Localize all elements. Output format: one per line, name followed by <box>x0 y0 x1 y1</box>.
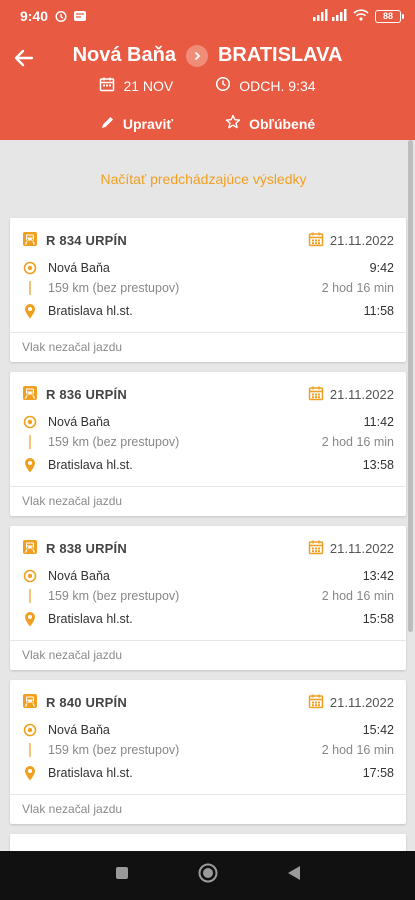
status-time: 9:40 <box>20 8 49 24</box>
destination-station: Bratislava hl.st. <box>48 458 133 472</box>
route-to: BRATISLAVA <box>217 44 343 66</box>
train-icon <box>22 693 38 712</box>
travel-date: 21.11.2022 <box>329 386 394 402</box>
departure-time: 9:42 <box>369 261 394 275</box>
favorites-label: Obľúbené <box>249 115 316 132</box>
origin-icon <box>22 568 38 584</box>
calendar-icon <box>308 539 324 558</box>
route-from: Nová Baňa <box>72 44 176 66</box>
signal-icon <box>313 8 347 24</box>
result-card[interactable]: R 838 URPÍN 21.11.2022 Nová Baňa 13:42 1… <box>10 526 406 670</box>
card-divider <box>10 640 406 641</box>
load-previous-button[interactable]: Načítať predchádzajúce výsledky <box>0 140 407 218</box>
distance: 159 km (bez prestupov) <box>48 281 180 295</box>
battery-icon: 88 <box>375 9 404 23</box>
duration: 2 hod 16 min <box>321 743 394 757</box>
chevron-right-icon <box>185 44 208 67</box>
arrival-time: 13:58 <box>362 458 394 472</box>
train-status: Vlak nezačal jazdu <box>22 648 123 662</box>
travel-date: 21.11.2022 <box>329 232 394 248</box>
distance: 159 km (bez prestupov) <box>48 435 180 449</box>
arrival-time: 11:58 <box>363 304 394 318</box>
departure-label: ODCH. 9:34 <box>239 77 316 94</box>
result-card[interactable]: R 836 URPÍN 21.11.2022 Nová Baňa 11:42 1… <box>10 372 406 516</box>
origin-icon <box>22 414 38 430</box>
train-status: Vlak nezačal jazdu <box>22 494 123 508</box>
edit-icon <box>100 115 115 133</box>
origin-icon <box>22 260 38 276</box>
departure-selector[interactable]: ODCH. 9:34 <box>215 76 316 95</box>
duration: 2 hod 16 min <box>321 281 394 295</box>
status-bar: 9:40 88 <box>0 0 415 32</box>
calendar-icon <box>99 76 115 95</box>
train-status: Vlak nezačal jazdu <box>22 340 123 354</box>
departure-time: 13:42 <box>362 569 394 583</box>
arrival-time: 15:58 <box>362 612 394 626</box>
train-name: R 840 URPÍN <box>46 694 127 710</box>
travel-date: 21.11.2022 <box>329 540 394 556</box>
edit-label: Upraviť <box>122 115 174 132</box>
train-icon <box>22 231 38 250</box>
train-icon <box>22 385 38 404</box>
destination-pin-icon <box>22 303 38 319</box>
star-icon <box>225 114 241 133</box>
favorites-button[interactable]: Obľúbené <box>225 114 315 133</box>
train-name: R 834 URPÍN <box>46 232 127 248</box>
origin-station: Nová Baňa <box>48 723 110 737</box>
destination-station: Bratislava hl.st. <box>48 304 133 318</box>
edit-button[interactable]: Upraviť <box>100 114 173 133</box>
origin-station: Nová Baňa <box>48 415 110 429</box>
card-divider <box>10 794 406 795</box>
date-label: 21 NOV <box>123 77 174 94</box>
result-card[interactable]: R 840 URPÍN 21.11.2022 Nová Baňa 15:42 1… <box>10 680 406 824</box>
train-name: R 836 URPÍN <box>46 386 127 402</box>
duration: 2 hod 16 min <box>321 435 394 449</box>
destination-station: Bratislava hl.st. <box>48 766 133 780</box>
card-divider <box>10 332 406 333</box>
destination-station: Bratislava hl.st. <box>48 612 133 626</box>
alarm-icon <box>54 9 68 23</box>
origin-station: Nová Baňa <box>48 569 110 583</box>
train-icon <box>22 539 38 558</box>
card-divider <box>10 486 406 487</box>
destination-pin-icon <box>22 765 38 781</box>
train-status: Vlak nezačal jazdu <box>22 802 123 816</box>
destination-pin-icon <box>22 457 38 473</box>
route-title: Nová Baňa BRATISLAVA <box>0 44 415 67</box>
destination-pin-icon <box>22 611 38 627</box>
calendar-icon <box>308 231 324 250</box>
calendar-icon <box>308 385 324 404</box>
calendar-icon <box>308 693 324 712</box>
home-icon[interactable] <box>198 863 218 888</box>
system-nav-bar <box>0 851 415 900</box>
back-icon[interactable] <box>287 865 301 886</box>
distance: 159 km (bez prestupov) <box>48 743 180 757</box>
app-header: Nová Baňa BRATISLAVA 21 NOV ODCH. 9:34 U… <box>0 32 415 140</box>
clock-icon <box>215 76 231 95</box>
departure-time: 15:42 <box>362 723 394 737</box>
scrollbar[interactable] <box>408 140 413 632</box>
notification-icon <box>73 10 87 22</box>
origin-station: Nová Baňa <box>48 261 110 275</box>
train-name: R 838 URPÍN <box>46 540 127 556</box>
departure-time: 11:42 <box>363 415 394 429</box>
travel-date: 21.11.2022 <box>329 694 394 710</box>
duration: 2 hod 16 min <box>321 589 394 603</box>
result-card[interactable]: R 834 URPÍN 21.11.2022 Nová Baňa 9:42 15… <box>10 218 406 362</box>
origin-icon <box>22 722 38 738</box>
wifi-icon <box>353 8 369 24</box>
distance: 159 km (bez prestupov) <box>48 589 180 603</box>
date-selector[interactable]: 21 NOV <box>99 76 173 95</box>
recents-icon[interactable] <box>115 866 129 885</box>
arrival-time: 17:58 <box>362 766 394 780</box>
